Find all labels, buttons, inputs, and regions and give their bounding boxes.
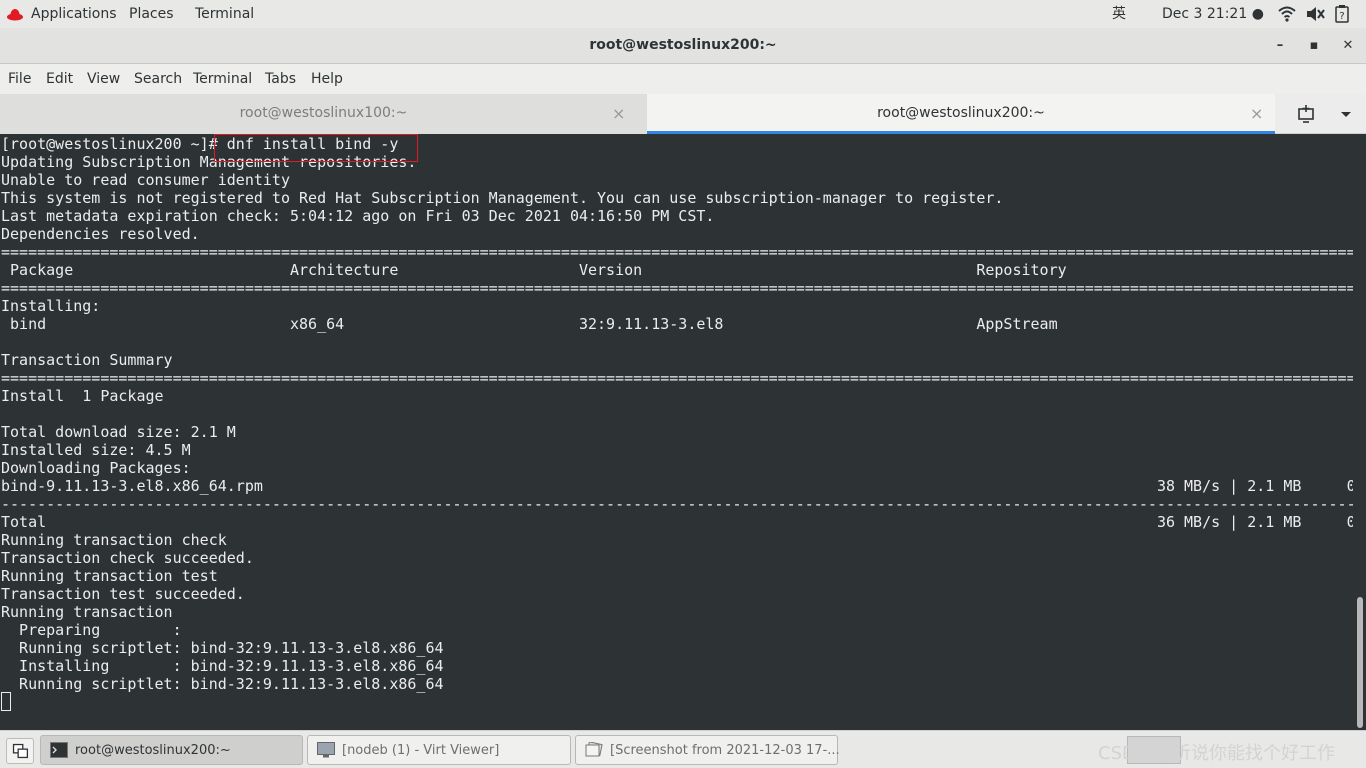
places-menu[interactable]: Places xyxy=(129,5,174,23)
tab-label: root@westoslinux100:~ xyxy=(239,105,408,121)
terminal-line: Running transaction test xyxy=(1,567,218,585)
wifi-icon[interactable] xyxy=(1278,6,1296,22)
task-label: [nodeb (1) - Virt Viewer] xyxy=(342,743,500,758)
task-screenshot[interactable]: [Screenshot from 2021-12-03 17-... xyxy=(575,735,840,765)
terminal-line: Installed size: 4.5 M xyxy=(1,441,191,459)
terminal-output[interactable]: [root@westoslinux200 ~]# dnf install bin… xyxy=(0,134,1366,730)
terminal-line: Downloading Packages: xyxy=(1,459,191,477)
svg-text:?: ? xyxy=(1339,11,1344,22)
terminal-line: Transaction Summary xyxy=(1,351,173,369)
terminal-icon xyxy=(50,742,68,758)
tab-westoslinux100[interactable]: root@westoslinux100:~ × xyxy=(0,94,647,134)
terminal-line: ========================================… xyxy=(1,279,1353,297)
window-title: root@westoslinux200:~ xyxy=(589,37,777,53)
terminal-text: [root@westoslinux200 ~]# dnf install bin… xyxy=(1,135,1353,693)
terminal-line: Total download size: 2.1 M xyxy=(1,423,236,441)
terminal-line: Unable to read consumer identity xyxy=(1,171,290,189)
image-viewer-icon xyxy=(585,742,603,757)
task-label: root@westoslinux200:~ xyxy=(75,743,231,758)
terminal-line: Install 1 Package xyxy=(1,387,164,405)
terminal-line: Last metadata expiration check: 5:04:12 … xyxy=(1,207,715,225)
task-terminal[interactable]: root@westoslinux200:~ xyxy=(40,735,303,765)
menu-search[interactable]: Search xyxy=(134,70,182,88)
window-titlebar[interactable]: root@westoslinux200:~ – ▪ ✕ xyxy=(0,28,1366,64)
terminal-line: Running scriptlet: bind-32:9.11.13-3.el8… xyxy=(1,639,1353,657)
task-label: [Screenshot from 2021-12-03 17-... xyxy=(610,743,840,758)
terminal-line: Running scriptlet: bind-32:9.11.13-3.el8… xyxy=(1,675,1353,693)
minimize-button[interactable]: – xyxy=(1270,37,1290,55)
maximize-button[interactable]: ▪ xyxy=(1304,37,1324,55)
menu-file[interactable]: File xyxy=(8,70,31,88)
terminal-line: Updating Subscription Management reposit… xyxy=(1,153,417,171)
terminal-line: Dependencies resolved. xyxy=(1,225,200,243)
monitor-icon xyxy=(317,742,335,758)
show-desktop-icon[interactable] xyxy=(6,738,34,764)
menu-bar: File Edit View Search Terminal Tabs Help xyxy=(0,64,1366,94)
tab-close-icon[interactable]: × xyxy=(612,104,625,123)
terminal-cursor xyxy=(1,692,11,711)
terminal-line: This system is not registered to Red Hat… xyxy=(1,189,1004,207)
terminal-line: Installing : bind-32:9.11.13-3.el8.x86_6… xyxy=(1,657,1353,675)
terminal-line: Installing: xyxy=(1,297,101,315)
system-status-icon[interactable]: ? xyxy=(1335,5,1349,23)
menu-help[interactable]: Help xyxy=(311,70,343,88)
close-window-button[interactable]: ✕ xyxy=(1338,37,1358,55)
terminal-line: bind x86_64 32:9.11.13-3.el8 AppStream 2… xyxy=(1,315,1353,333)
terminal-line: Running transaction check xyxy=(1,531,227,549)
terminal-line: ========================================… xyxy=(1,369,1353,387)
terminal-scrollbar[interactable] xyxy=(1356,134,1364,730)
input-method-indicator[interactable]: 英 xyxy=(1112,5,1126,23)
clock[interactable]: Dec 3 21:21 ● xyxy=(1162,5,1264,23)
task-virt-viewer[interactable]: [nodeb (1) - Virt Viewer] xyxy=(307,735,571,765)
terminal-line: [root@westoslinux200 ~]# dnf install bin… xyxy=(1,135,399,153)
tab-close-icon[interactable]: × xyxy=(1250,104,1263,123)
tab-label: root@westoslinux200:~ xyxy=(877,105,1045,121)
terminal-line: bind-9.11.13-3.el8.x86_64.rpm 38 MB/s | … xyxy=(1,477,1353,495)
tab-bar: root@westoslinux100:~ × root@westoslinux… xyxy=(0,94,1366,134)
terminal-line: Running transaction xyxy=(1,603,173,621)
scrollbar-thumb[interactable] xyxy=(1357,597,1363,728)
applications-menu[interactable]: Applications xyxy=(31,5,117,23)
terminal-line: Preparing : 1/1 xyxy=(1,621,1353,639)
menu-edit[interactable]: Edit xyxy=(46,70,73,88)
window-list-taskbar: root@westoslinux200:~ [nodeb (1) - Virt … xyxy=(0,730,1366,768)
terminal-line: Transaction test succeeded. xyxy=(1,585,245,603)
terminal-line: Total 36 MB/s | 2.1 MB 00:00 xyxy=(1,513,1353,531)
menu-terminal[interactable]: Terminal xyxy=(193,70,252,88)
redhat-logo-icon xyxy=(7,9,23,21)
tab-westoslinux200[interactable]: root@westoslinux200:~ × xyxy=(647,94,1275,134)
menu-view[interactable]: View xyxy=(87,70,120,88)
terminal-app-menu[interactable]: Terminal xyxy=(195,5,254,23)
terminal-line: ========================================… xyxy=(1,243,1353,261)
gnome-top-bar: Applications Places Terminal 英 Dec 3 21:… xyxy=(0,0,1366,28)
terminal-line: Package Architecture Version Repository … xyxy=(1,261,1353,279)
new-tab-icon[interactable] xyxy=(1296,104,1316,124)
volume-muted-icon[interactable] xyxy=(1306,6,1326,22)
csdn-watermark: CSDN @听说你能找个好工作 xyxy=(1098,743,1336,764)
chevron-down-icon[interactable] xyxy=(1336,104,1356,124)
terminal-line: Transaction check succeeded. xyxy=(1,549,254,567)
terminal-line: ----------------------------------------… xyxy=(1,495,1353,513)
menu-tabs[interactable]: Tabs xyxy=(265,70,296,88)
